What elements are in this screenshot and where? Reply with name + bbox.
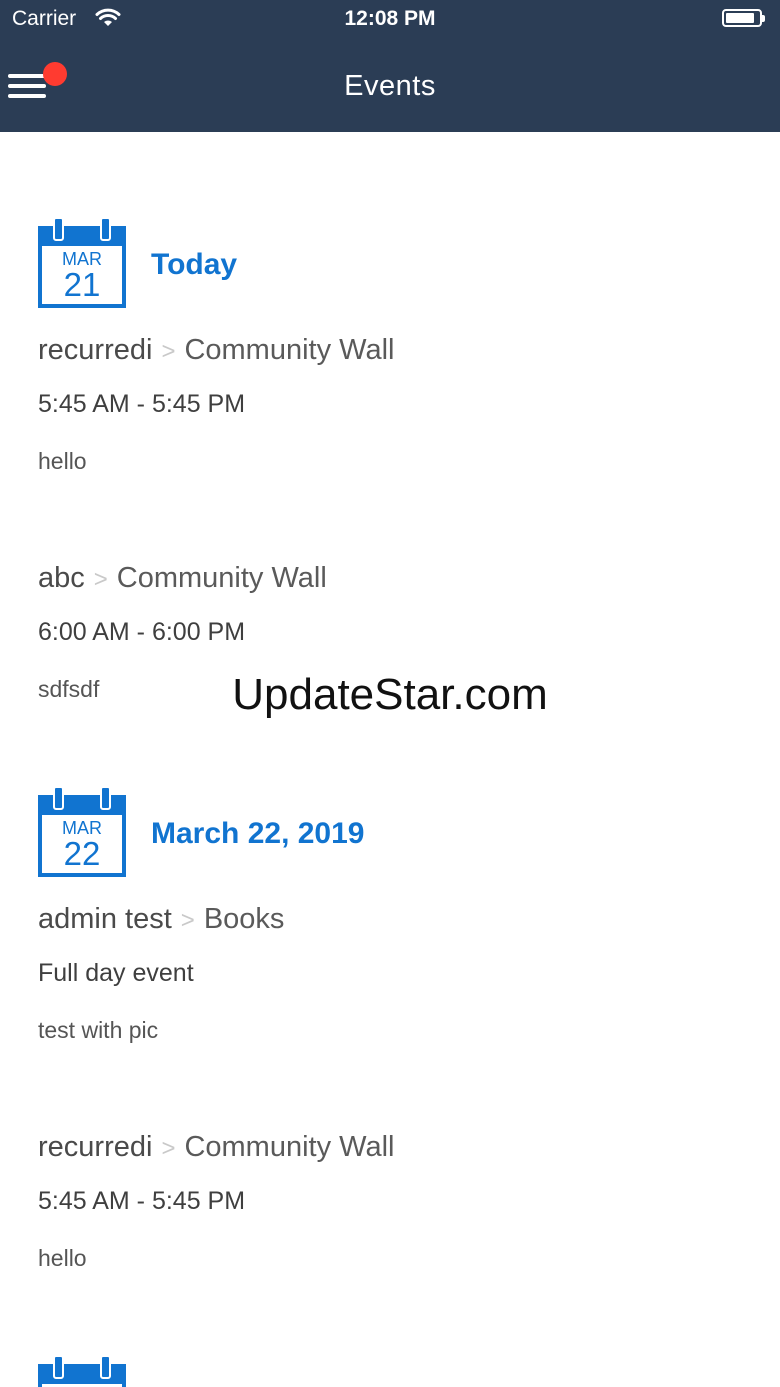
event-item[interactable]: recurredi > Community Wall 5:45 AM - 5:45 … [38, 334, 738, 484]
event-title: admin test > Books [38, 903, 284, 936]
date-header-march-22: MAR 22 March 22, 2019 [38, 785, 738, 877]
date-label: Today [151, 248, 238, 281]
event-group: Community Wall [116, 562, 327, 594]
event-item[interactable]: recurredi > Community Wall 5:45 AM - 5:45 … [38, 1131, 738, 1281]
event-description: hello [38, 1245, 87, 1271]
event-title: recurredi > Community Wall [38, 1131, 394, 1164]
event-description: test with pic [38, 1017, 159, 1043]
event-time: 5:45 AM - 5:45 PM [38, 390, 246, 418]
calendar-day: 22 [63, 835, 101, 872]
event-time: 6:00 AM - 6:00 PM [38, 618, 246, 646]
battery-icon [722, 9, 765, 27]
event-title: recurredi > Community Wall [38, 334, 394, 367]
breadcrumb-separator: > [180, 907, 195, 934]
calendar-icon: MAR 22 [38, 785, 126, 877]
event-group: Books [203, 903, 285, 935]
calendar-icon: MAR 21 [38, 216, 126, 308]
breadcrumb-separator: > [161, 338, 176, 365]
event-group: Community Wall [184, 1131, 395, 1163]
event-title: abc > Community Wall [38, 562, 327, 595]
page-title: Events [344, 70, 436, 102]
top-bar: Carrier 12:08 PM Events [0, 0, 780, 132]
events-list[interactable]: MAR 21 Today recurredi > Community Wall 5:… [0, 132, 780, 1387]
event-time: 5:45 AM - 5:45 PM [38, 1187, 246, 1215]
event-name: recurredi [38, 1131, 153, 1163]
date-label: March 22, 2019 [151, 817, 365, 850]
event-time: Full day event [38, 959, 194, 987]
breadcrumb-separator: > [93, 566, 108, 593]
status-time: 12:08 PM [344, 7, 436, 30]
breadcrumb-separator: > [161, 1135, 176, 1162]
event-group: Community Wall [184, 334, 395, 366]
watermark-text: UpdateStar.com [232, 670, 548, 719]
event-description: hello [38, 448, 87, 474]
date-header-today: MAR 21 Today [38, 216, 738, 308]
event-name: admin test [38, 903, 172, 935]
event-item[interactable]: admin test > Books Full day event test wit… [38, 903, 738, 1053]
calendar-day: 21 [63, 266, 101, 303]
event-name: recurredi [38, 334, 153, 366]
event-name: abc [38, 562, 85, 594]
calendar-icon [38, 1354, 126, 1387]
status-bar: Carrier 12:08 PM [0, 0, 780, 40]
date-header-next [38, 1354, 738, 1387]
